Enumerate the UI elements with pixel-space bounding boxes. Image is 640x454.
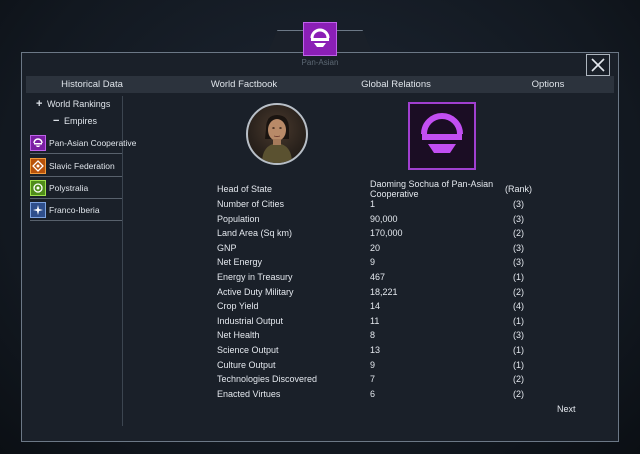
stat-label: GNP	[217, 242, 237, 253]
stat-rank: (1)	[513, 315, 524, 326]
slavic-emblem-icon	[30, 157, 46, 174]
empires-label: Empires	[63, 116, 97, 126]
faction-emblem-small-icon	[303, 22, 337, 56]
stat-label: Science Output	[217, 345, 279, 355]
stat-rank: (1)	[513, 345, 524, 355]
stat-label: Energy in Treasury	[217, 272, 293, 282]
header-caption: Pan-Asian	[301, 58, 339, 67]
stats-row: GNP 20 (3)	[217, 243, 537, 257]
world-rankings-label: World Rankings	[46, 99, 111, 109]
stats-row: Active Duty Military 18,221 (2)	[217, 287, 537, 301]
stat-label: Active Duty Military	[217, 286, 294, 297]
sidebar-item-pan-asian-cooperative[interactable]: Pan-Asian Cooperative	[30, 132, 136, 154]
stat-value: 18,221	[370, 286, 398, 297]
sidebar-item-polystralia[interactable]: Polystralia	[30, 177, 122, 199]
stat-label: Population	[217, 213, 260, 224]
stat-rank: (2)	[513, 286, 524, 297]
tab-global-relations[interactable]: Global Relations	[346, 76, 446, 93]
stat-rank: (3)	[513, 257, 524, 268]
stat-value: 14	[370, 301, 381, 312]
stat-value: 9	[370, 359, 376, 370]
tab-historical-data[interactable]: Historical Data	[40, 76, 144, 93]
stat-rank: (3)	[513, 330, 524, 341]
stat-value: 1	[370, 199, 376, 209]
stats-row: Enacted Virtues 6 (2)	[217, 389, 537, 403]
stat-value: 8	[370, 330, 376, 341]
stats-row: Net Energy 9 (3)	[217, 257, 537, 271]
stat-rank: (2)	[513, 374, 524, 385]
stat-value: 467	[370, 272, 386, 282]
stat-rank: (3)	[513, 242, 524, 253]
franco-iberia-emblem-icon	[30, 201, 46, 218]
stat-label: Net Health	[217, 330, 260, 341]
stat-value: 6	[370, 388, 376, 399]
tab-world-factbook[interactable]: World Factbook	[194, 76, 294, 93]
next-button[interactable]: Next	[557, 404, 576, 414]
empire-label: Polystralia	[49, 182, 89, 193]
stat-rank: (3)	[513, 199, 524, 209]
stat-value: 7	[370, 374, 376, 385]
stat-label: Industrial Output	[217, 315, 284, 326]
head-of-state-value: Daoming Sochua of Pan-Asian Cooperative	[370, 179, 494, 199]
close-icon	[591, 58, 605, 72]
pan-asian-emblem-icon	[30, 134, 46, 151]
head-of-state-label: Head of State	[217, 184, 273, 194]
stat-label: Enacted Virtues	[217, 388, 281, 399]
empires-toggle[interactable]: − Empires	[53, 115, 97, 127]
stat-rank: (2)	[513, 388, 524, 399]
sidebar-item-franco-iberia[interactable]: Franco-Iberia	[30, 199, 122, 221]
stat-rank: (3)	[513, 213, 524, 224]
stat-label: Land Area (Sq km)	[217, 228, 293, 239]
stats-row: Population 90,000 (3)	[217, 214, 537, 228]
sidebar-item-slavic-federation[interactable]: Slavic Federation	[30, 155, 122, 177]
stat-label: Technologies Discovered	[217, 374, 318, 385]
stats-row: Culture Output 9 (1)	[217, 360, 537, 374]
stat-value: 20	[370, 242, 381, 253]
empire-label: Slavic Federation	[49, 160, 115, 171]
stats-row: Number of Cities 1 (3)	[217, 199, 537, 213]
rank-header: (Rank)	[505, 184, 533, 194]
stats-row: Science Output 13 (1)	[217, 345, 537, 359]
tab-options[interactable]: Options	[522, 76, 574, 93]
empire-label: Franco-Iberia	[49, 204, 100, 215]
stat-label: Culture Output	[217, 359, 276, 370]
stat-label: Number of Cities	[217, 199, 285, 209]
stats-row: Land Area (Sq km) 170,000 (2)	[217, 228, 537, 242]
polystralia-emblem-icon	[30, 179, 46, 196]
collapse-icon: −	[53, 115, 60, 127]
empire-label: Pan-Asian Cooperative	[49, 137, 137, 148]
stat-value: 13	[370, 345, 381, 355]
stat-label: Net Energy	[217, 257, 263, 268]
stat-value: 11	[370, 315, 380, 326]
stat-rank: (2)	[513, 228, 524, 239]
stat-rank: (4)	[513, 301, 524, 312]
stats-row: Technologies Discovered 7 (2)	[217, 374, 537, 388]
stats-row: Energy in Treasury 467 (1)	[217, 272, 537, 286]
stat-value: 170,000	[370, 228, 403, 239]
expand-icon: +	[36, 98, 43, 110]
stat-value: 90,000	[370, 213, 398, 224]
faction-emblem-large-icon	[408, 102, 476, 170]
leader-portrait	[246, 103, 308, 165]
stat-value: 9	[370, 257, 376, 268]
tab-bar: Historical Data World Factbook Global Re…	[26, 76, 614, 93]
stats-row: Industrial Output 11 (1)	[217, 316, 537, 330]
stat-rank: (1)	[513, 359, 524, 370]
stats-row: Crop Yield 14 (4)	[217, 301, 537, 315]
stat-rank: (1)	[513, 272, 524, 282]
stat-label: Crop Yield	[217, 301, 259, 312]
stats-row: Net Health 8 (3)	[217, 330, 537, 344]
close-button[interactable]	[586, 54, 610, 76]
world-rankings-toggle[interactable]: + World Rankings	[36, 98, 110, 110]
